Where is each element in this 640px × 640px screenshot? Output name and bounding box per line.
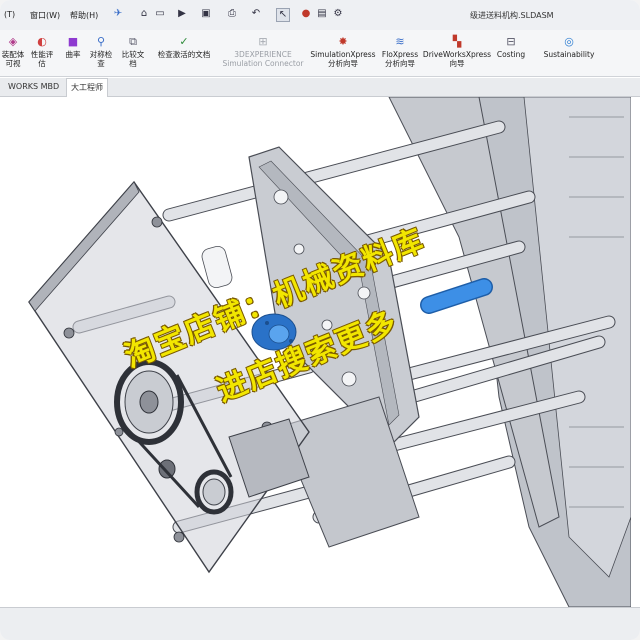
menu-window[interactable]: 窗口(W) bbox=[30, 10, 60, 21]
menu-tools[interactable]: (T) bbox=[4, 10, 15, 19]
simulationxpress-button[interactable]: ✸ SimulationXpress 分析向导 bbox=[308, 30, 378, 76]
simulation-connector-button[interactable]: ⊞ 3DEXPERIENCE Simulation Connector bbox=[220, 30, 306, 76]
performance-evaluation-button[interactable]: ◐ 性能评 估 bbox=[28, 30, 56, 76]
menu-help[interactable]: 帮助(H) bbox=[70, 10, 98, 21]
simulation-connector-label: 3DEXPERIENCE Simulation Connector bbox=[222, 50, 304, 68]
blue-shaft bbox=[420, 278, 493, 314]
symmetry-check-button[interactable]: ⚲ 对称检 查 bbox=[86, 30, 116, 76]
simulation-connector-icon: ⊞ bbox=[258, 35, 268, 48]
symmetry-check-label: 对称检 查 bbox=[89, 50, 113, 68]
performance-evaluation-icon: ◐ bbox=[37, 35, 47, 48]
driveworksxpress-label: DriveWorksXpress 向导 bbox=[422, 50, 492, 68]
driveworksxpress-button[interactable]: ▚ DriveWorksXpress 向导 bbox=[422, 30, 492, 76]
command-manager-tabs: WORKS MBD 大工程师 ⌕ ⌕ ↺ ◩ ✎ ▣ ◧ ◉ ◆ ◕ ▭ bbox=[0, 78, 640, 170]
curvature-button[interactable]: ■ 曲率 bbox=[60, 30, 86, 76]
home-icon[interactable]: ⌂ bbox=[138, 8, 150, 20]
floxpress-label: FloXpress 分析向导 bbox=[381, 50, 419, 68]
compare-documents-label: 比较文 档 bbox=[121, 50, 145, 68]
check-active-document-label: 检查激活的文档 bbox=[157, 50, 211, 59]
graphics-area[interactable]: 淘宝店铺：机械资料库 进店搜索更多 bbox=[9, 97, 631, 607]
file-properties-icon[interactable]: ▤ bbox=[316, 8, 328, 20]
costing-label: Costing bbox=[496, 50, 526, 59]
sustainability-button[interactable]: ◎ Sustainability bbox=[540, 30, 598, 76]
compare-documents-icon: ⧉ bbox=[129, 35, 137, 48]
check-active-document-icon: ✓ bbox=[179, 35, 189, 48]
curvature-label: 曲率 bbox=[65, 50, 81, 59]
simulationxpress-label: SimulationXpress 分析向导 bbox=[310, 50, 376, 68]
performance-evaluation-label: 性能评 估 bbox=[30, 50, 54, 68]
floxpress-icon: ≋ bbox=[395, 35, 405, 48]
sustainability-label: Sustainability bbox=[543, 50, 595, 59]
document-title: 级进送料机构.SLDASM bbox=[470, 11, 554, 20]
driveworksxpress-icon: ▚ bbox=[452, 35, 462, 48]
compare-documents-button[interactable]: ⧉ 比较文 档 bbox=[118, 30, 148, 76]
print-icon[interactable]: ⎙ bbox=[226, 8, 238, 20]
tab-engineer[interactable]: 大工程师 bbox=[66, 78, 108, 97]
costing-icon: ⊟ bbox=[506, 35, 516, 48]
pin-icon[interactable]: ✈ bbox=[112, 8, 124, 20]
assembly-visualization-label: 装配体 可视 bbox=[1, 50, 25, 68]
check-active-document-button[interactable]: ✓ 检查激活的文档 bbox=[150, 30, 218, 76]
costing-button[interactable]: ⊟ Costing bbox=[494, 30, 528, 76]
sustainability-icon: ◎ bbox=[564, 35, 574, 48]
simulationxpress-icon: ✸ bbox=[338, 35, 348, 48]
traffic-light-icon[interactable]: ● bbox=[300, 8, 312, 20]
tab-works-mbd[interactable]: WORKS MBD bbox=[4, 78, 63, 96]
assembly-visualization-icon: ◈ bbox=[8, 35, 18, 48]
new-file-icon[interactable]: ▭ bbox=[154, 8, 166, 20]
undo-icon[interactable]: ↶ bbox=[250, 8, 262, 20]
curvature-icon: ■ bbox=[67, 35, 79, 48]
select-icon[interactable]: ↖ bbox=[276, 8, 290, 22]
floxpress-button[interactable]: ≋ FloXpress 分析向导 bbox=[378, 30, 422, 76]
symmetry-check-icon: ⚲ bbox=[96, 35, 106, 48]
save-icon[interactable]: ▣ bbox=[200, 8, 212, 20]
open-icon[interactable]: ▶ bbox=[176, 8, 188, 20]
solidworks-window: (T) 窗口(W) 帮助(H) ✈ ⌂ ▭ ▶ ▣ ⎙ ↶ ↖ ● ▤ ⚙ 级进… bbox=[0, 0, 640, 640]
ribbon-toolbar: ◈ 装配体 可视 ◐ 性能评 估 ■ 曲率 ⚲ 对称检 查 ⧉ 比较文 档 ✓ … bbox=[0, 30, 640, 77]
assembly-visualization-button[interactable]: ◈ 装配体 可视 bbox=[0, 30, 26, 76]
status-bar bbox=[0, 607, 640, 640]
menu-bar: (T) 窗口(W) 帮助(H) ✈ ⌂ ▭ ▶ ▣ ⎙ ↶ ↖ ● ▤ ⚙ 级进… bbox=[0, 0, 640, 31]
options-icon[interactable]: ⚙ bbox=[332, 8, 344, 20]
